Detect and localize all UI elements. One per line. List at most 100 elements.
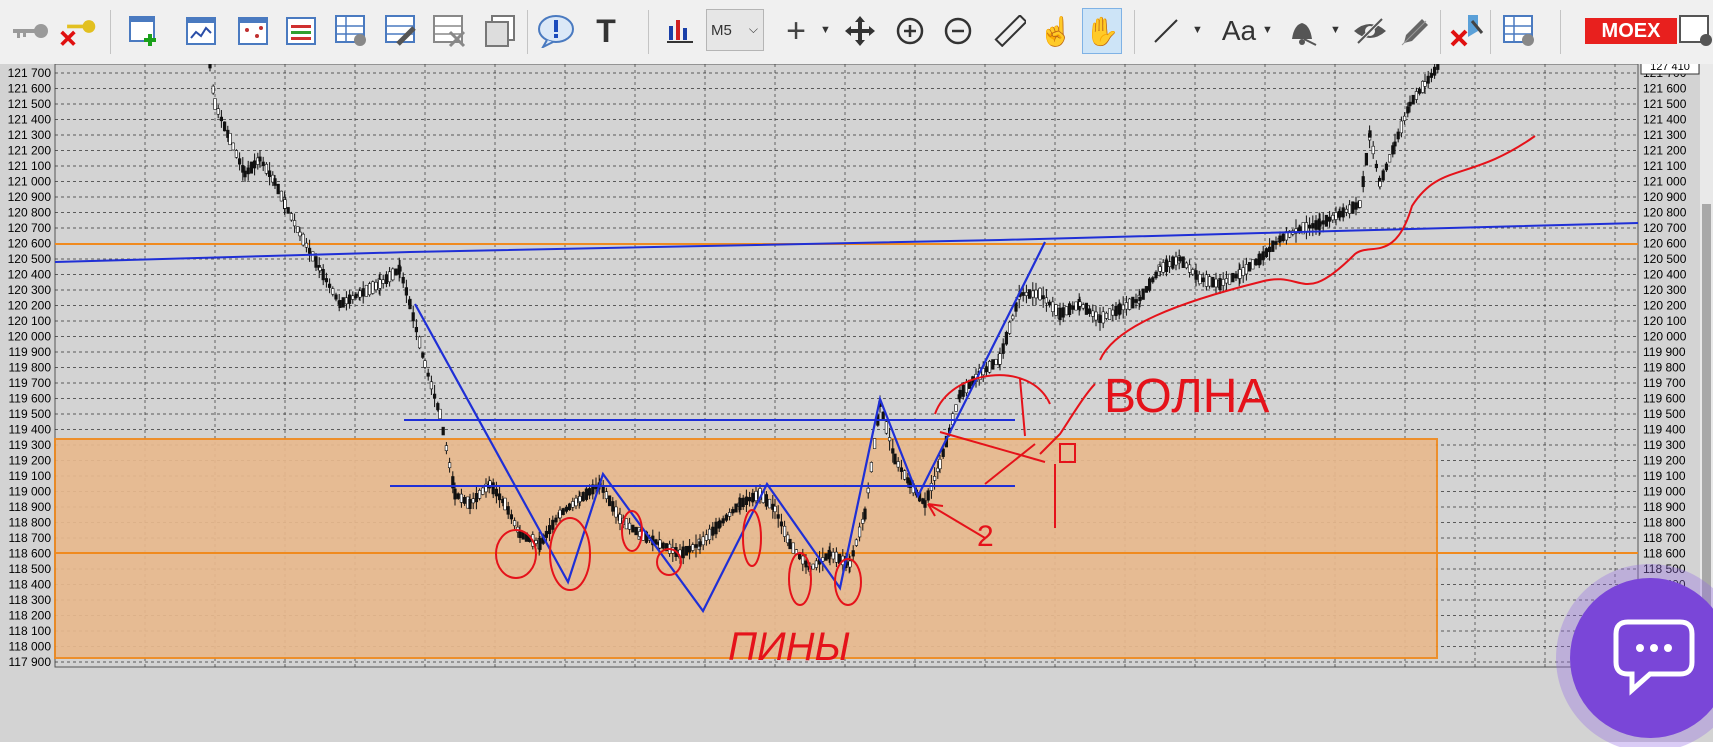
candle-body [1081,304,1085,309]
settings-window-icon[interactable] [382,8,422,54]
close-window-icon[interactable] [430,8,470,54]
new-chart-icon[interactable] [124,8,164,54]
candle-body [1264,248,1268,257]
candle-body [1034,289,1038,299]
candle-body [228,132,232,146]
candle-body [273,178,277,186]
candle-body [1406,106,1410,114]
price-tick-right: 121 200 [1643,144,1687,158]
candle-body [1304,222,1308,233]
candle-body [1024,292,1028,296]
chevron-down-icon: ⌵ [748,22,758,36]
candle-body [261,161,265,167]
price-tick-right: 120 400 [1643,268,1687,282]
pencil-icon[interactable] [1394,8,1434,54]
candle-body [341,297,345,308]
candle-body [267,170,272,177]
candle-body [1429,73,1433,78]
ruler-icon[interactable] [990,8,1030,54]
candle-body [932,476,937,481]
candle-body [394,268,398,276]
candle-body [211,85,215,94]
pointer-hand-icon[interactable]: ☝ [1036,8,1076,54]
line-icon[interactable] [1146,8,1186,54]
candle-body [1168,261,1172,268]
candle-body [213,98,217,110]
candle-body [1433,66,1437,76]
list-window-icon[interactable] [282,8,322,54]
candle-body [707,528,712,540]
candle-body [534,540,538,544]
chevron-down-icon[interactable]: ▼ [1262,24,1273,36]
key-delete-icon[interactable] [58,8,98,54]
candle-body [754,490,758,502]
hide-icon[interactable] [1350,8,1390,54]
bell-icon[interactable] [1282,8,1322,54]
price-axis-left: 121 700121 600121 500121 400121 300121 2… [8,66,52,669]
candle-body [1144,286,1148,293]
text-icon[interactable]: T [586,8,626,54]
candle-body [331,288,335,295]
price-tick-left: 120 700 [8,221,52,235]
candle-body [811,563,815,570]
candle-body [634,526,638,536]
zoom-out-icon[interactable] [938,8,978,54]
candle-body [1078,301,1082,307]
candle-body [289,213,294,221]
candle-body [1161,262,1165,273]
candle-body [1171,256,1175,269]
chevron-down-icon[interactable]: ▼ [1192,24,1203,36]
candle-body [1234,273,1238,279]
candle-body [1244,264,1248,275]
candle-body [631,524,635,533]
chart-window-icon[interactable] [182,8,222,54]
candle-body [1254,258,1258,266]
alert-icon[interactable] [536,8,576,54]
candle-body [491,482,495,495]
candle-body [1344,208,1348,213]
candle-body [264,163,269,174]
scatter-window-icon[interactable] [234,8,274,54]
candle-body [776,514,780,519]
candle-body [1074,301,1078,311]
candle-body [444,445,449,451]
chevron-down-icon[interactable]: ▼ [1330,24,1341,36]
price-tick-left: 119 000 [9,485,52,499]
trade-window-icon[interactable] [1500,8,1540,54]
windows-icon[interactable] [1676,8,1713,54]
chevron-down-icon[interactable]: ▼ [820,24,831,36]
candle-body [318,267,322,271]
windows-icon[interactable] [480,8,520,54]
candle-body [497,493,502,501]
candle-body [414,326,419,333]
move-icon[interactable] [840,8,880,54]
candle-body [899,467,903,472]
zoom-in-icon[interactable] [890,8,930,54]
price-chart[interactable]: ВОЛНА ПИНЫ 2 121 700 121 600 121 500 121 40… [0,56,1713,742]
remove-drawing-icon[interactable] [1446,8,1486,54]
current-price-label: 127 410 [1650,64,1690,73]
timeframe-select[interactable]: M5 ⌵ [706,9,764,51]
font-icon[interactable]: Aa [1214,8,1264,54]
key-icon[interactable] [10,8,50,54]
indicator-icon[interactable] [660,8,700,54]
candle-body [828,551,832,557]
candle-body [474,493,479,503]
crosshair-icon[interactable]: + [776,8,816,54]
candle-body [964,382,968,394]
table-window-icon[interactable] [332,8,372,54]
candle-body [1241,267,1245,276]
price-tick-left: 120 300 [8,283,52,297]
exchange-badge[interactable]: MOEX [1585,18,1677,44]
candle-body [408,298,412,310]
candle-body [1378,181,1382,187]
candle-body [1061,307,1065,318]
candle-body [423,360,427,368]
price-tick-right: 121 000 [1643,175,1687,189]
candle-body [941,448,945,457]
candle-body [314,256,318,268]
candle-body [1228,273,1232,285]
candle-body [1041,295,1045,300]
candle-body [223,121,227,132]
hand-icon[interactable]: ✋ [1082,8,1122,54]
